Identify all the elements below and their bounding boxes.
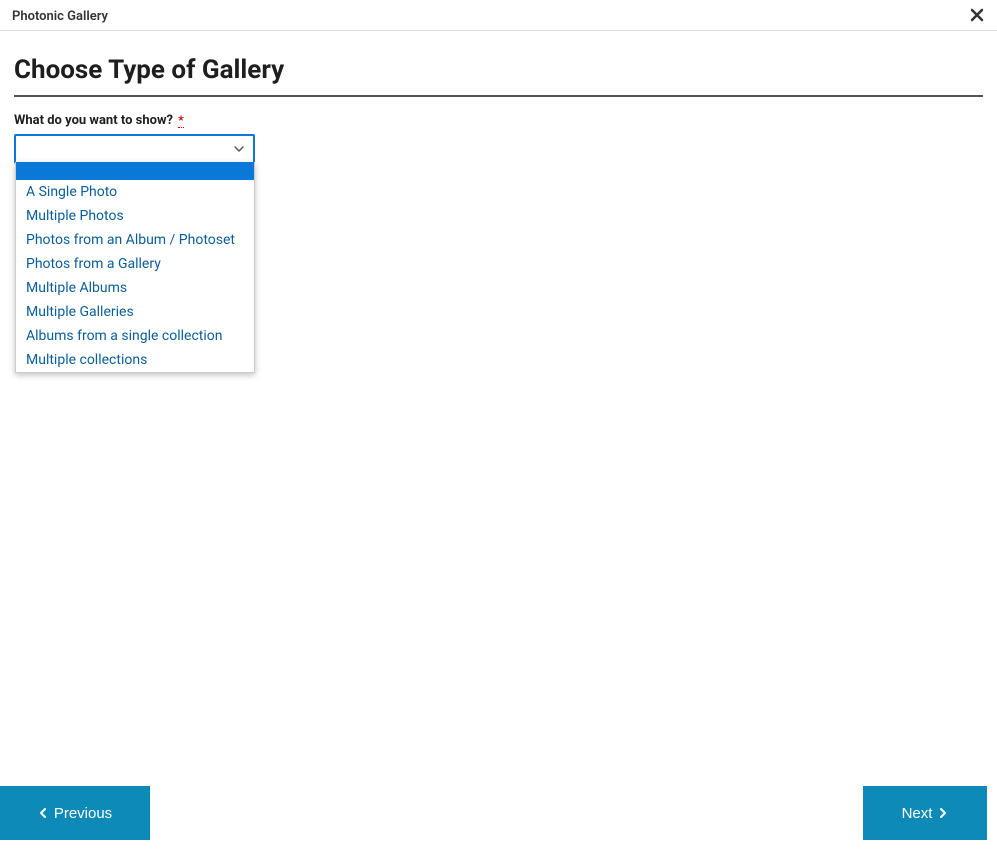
dropdown-option-album-photoset[interactable]: Photos from an Album / Photoset (16, 228, 254, 252)
chevron-left-icon (38, 807, 48, 819)
required-mark: * (178, 113, 183, 128)
dropdown-option-multiple-albums[interactable]: Multiple Albums (16, 276, 254, 300)
previous-button[interactable]: Previous (0, 786, 150, 840)
dropdown-option-multiple-photos[interactable]: Multiple Photos (16, 204, 254, 228)
chevron-down-icon (233, 143, 245, 155)
gallery-type-dropdown: A Single Photo Multiple Photos Photos fr… (15, 162, 255, 373)
dropdown-option-multiple-collections[interactable]: Multiple collections (16, 348, 254, 372)
dropdown-option-gallery[interactable]: Photos from a Gallery (16, 252, 254, 276)
next-label: Next (902, 805, 933, 822)
footer-nav: Previous Next (0, 786, 997, 840)
modal-header: Photonic Gallery (0, 0, 997, 31)
field-label-text: What do you want to show? (14, 113, 173, 128)
close-icon[interactable] (967, 6, 987, 26)
previous-label: Previous (54, 805, 112, 822)
gallery-type-select-wrapper: A Single Photo Multiple Photos Photos fr… (14, 134, 255, 164)
content-area: Choose Type of Gallery What do you want … (0, 31, 997, 164)
dropdown-option-single-photo[interactable]: A Single Photo (16, 180, 254, 204)
modal-title: Photonic Gallery (12, 9, 108, 24)
gallery-type-label: What do you want to show? * (14, 113, 983, 128)
chevron-right-icon (938, 807, 948, 819)
page-title: Choose Type of Gallery (14, 55, 983, 97)
dropdown-option-single-collection[interactable]: Albums from a single collection (16, 324, 254, 348)
dropdown-option-multiple-galleries[interactable]: Multiple Galleries (16, 300, 254, 324)
dropdown-option-blank[interactable] (16, 162, 254, 180)
gallery-type-select[interactable] (14, 134, 255, 164)
next-button[interactable]: Next (863, 786, 987, 840)
